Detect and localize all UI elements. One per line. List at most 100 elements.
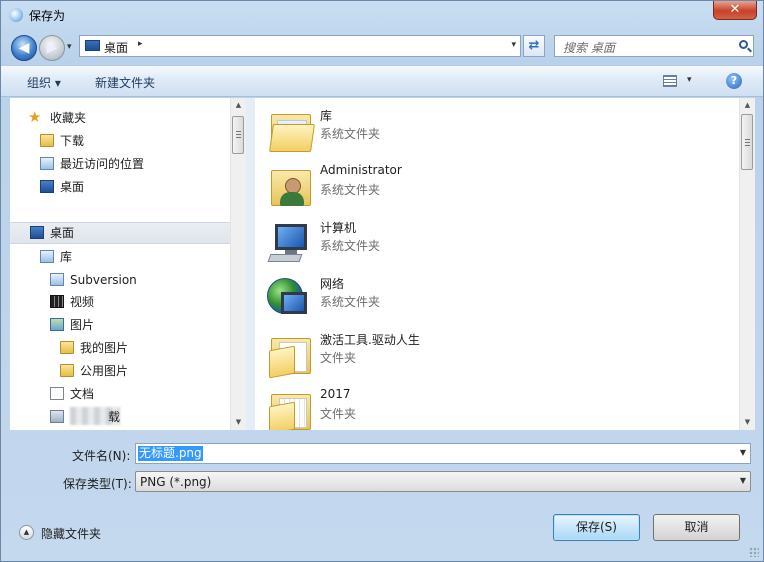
video-icon [50, 295, 64, 308]
tree-label: 最近访问的位置 [60, 157, 145, 171]
resize-grip-icon[interactable] [749, 547, 759, 557]
scroll-thumb[interactable] [232, 116, 244, 154]
forward-arrow-icon: ▶ [46, 40, 58, 56]
file-type: 系统文件夹 [320, 183, 381, 197]
navigation-pane: ★ 收藏夹 下载 最近访问的位置 桌面 桌面 库 Subversion 视频 图… [10, 98, 246, 430]
tree-label: 视频 [70, 295, 95, 309]
library-folder-icon [267, 108, 315, 152]
folder-icon [60, 341, 74, 354]
file-name: Administrator [320, 163, 402, 177]
tree-label: 桌面 [50, 226, 75, 240]
tree-label: 桌面 [60, 180, 85, 194]
file-name: 库 [320, 109, 333, 123]
list-item[interactable]: 激活工具.驱动人生 文件夹 [265, 328, 685, 379]
file-type: 文件夹 [320, 351, 357, 365]
filename-value[interactable]: 无标题.png [138, 446, 203, 461]
chevron-down-icon[interactable]: ▼ [740, 448, 746, 457]
refresh-button[interactable]: ⇄ [523, 35, 545, 57]
pane-splitter[interactable] [246, 98, 255, 430]
help-icon[interactable]: ? [726, 73, 742, 89]
save-as-dialog: 保存为 ✕ ◀ ▶ ▾ 桌面 ▸ ▾ ⇄ 搜索 桌面 组织 ▾ 新建文件夹 ▾ … [0, 0, 764, 562]
desktop-icon [40, 180, 54, 193]
scroll-thumb[interactable] [741, 114, 753, 170]
back-button[interactable]: ◀ [11, 35, 37, 61]
view-details-icon[interactable] [663, 75, 677, 87]
file-type: 系统文件夹 [320, 239, 381, 253]
filename-field[interactable]: 无标题.png ▼ [135, 443, 751, 464]
tree-label: 库 [60, 250, 73, 264]
window-title: 保存为 [29, 9, 66, 23]
user-folder-icon [267, 164, 313, 208]
title-bar: 保存为 ✕ [1, 1, 763, 29]
search-placeholder: 搜索 桌面 [563, 41, 615, 55]
tree-label: 我的图片 [80, 341, 129, 355]
address-location[interactable]: 桌面 [104, 39, 128, 56]
command-toolbar: 组织 ▾ 新建文件夹 ▾ ? [1, 65, 763, 97]
left-pane-scrollbar[interactable]: ▲ ▼ [230, 98, 246, 430]
star-icon: ★ [28, 108, 42, 126]
tree-blurred[interactable]: 载 [50, 407, 200, 427]
tree-label: 公用图片 [80, 364, 129, 378]
library-icon [50, 273, 64, 286]
hide-folders-label: 隐藏文件夹 [41, 527, 102, 541]
file-name: 网络 [320, 277, 345, 291]
list-item[interactable]: Administrator 系统文件夹 [265, 160, 685, 210]
view-dropdown-icon[interactable]: ▾ [687, 75, 692, 85]
back-arrow-icon: ◀ [18, 40, 30, 56]
list-item[interactable]: 网络 系统文件夹 [265, 272, 685, 322]
file-type: 系统文件夹 [320, 127, 381, 141]
organize-button[interactable]: 组织 ▾ [27, 74, 61, 91]
folder-icon [60, 364, 74, 377]
save-button[interactable]: 保存(S) [553, 514, 640, 541]
chevron-down-icon[interactable]: ▼ [740, 476, 746, 485]
desktop-icon [30, 226, 44, 239]
filetype-select[interactable]: PNG (*.png) ▼ [135, 471, 751, 492]
refresh-icon: ⇄ [528, 38, 540, 53]
history-dropdown-icon[interactable]: ▾ [67, 42, 72, 52]
address-bar[interactable]: 桌面 ▸ ▾ [79, 35, 521, 57]
computer-icon [267, 220, 313, 264]
recent-places-icon [40, 157, 54, 170]
cancel-button[interactable]: 取消 [653, 514, 740, 541]
forward-button[interactable]: ▶ [39, 35, 65, 61]
file-name: 计算机 [320, 221, 357, 235]
tree-label: Subversion [70, 273, 137, 287]
scroll-up-icon[interactable]: ▲ [740, 98, 755, 113]
network-icon [267, 276, 313, 320]
tree-label: 载 [108, 410, 121, 424]
folder-icon [267, 332, 313, 379]
tree-label: 收藏夹 [50, 111, 87, 125]
file-list-scrollbar[interactable]: ▲ ▼ [739, 98, 755, 430]
document-icon [50, 387, 64, 400]
new-folder-button[interactable]: 新建文件夹 [95, 74, 155, 91]
scroll-up-icon[interactable]: ▲ [231, 98, 246, 113]
file-name: 2017 [320, 387, 351, 401]
file-type: 文件夹 [320, 407, 357, 421]
filetype-label: 保存类型(T): [63, 477, 132, 491]
app-icon [9, 8, 23, 22]
filename-label: 文件名(N): [72, 449, 131, 463]
tree-label: 文档 [70, 387, 95, 401]
address-dropdown-icon[interactable]: ▾ [511, 40, 516, 50]
close-icon: ✕ [729, 2, 741, 17]
chevron-up-icon: ▲ [19, 525, 34, 540]
file-type: 系统文件夹 [320, 295, 381, 309]
library-icon [40, 250, 54, 263]
drive-icon [50, 410, 64, 423]
close-button[interactable]: ✕ [713, 1, 757, 20]
search-input[interactable]: 搜索 桌面 [554, 35, 754, 57]
list-item[interactable]: 库 系统文件夹 [265, 104, 685, 154]
search-icon[interactable] [739, 40, 748, 49]
file-list: 库 系统文件夹 Administrator 系统文件夹 计算机 系统文件夹 网络… [255, 98, 755, 430]
list-item[interactable]: 2017 文件夹 [265, 384, 685, 430]
list-item[interactable]: 计算机 系统文件夹 [265, 216, 685, 266]
scroll-down-icon[interactable]: ▼ [740, 415, 755, 430]
desktop-icon [85, 40, 100, 51]
folder-icon [267, 388, 313, 430]
tree-label: 下载 [60, 134, 85, 148]
breadcrumb-chevron-icon[interactable]: ▸ [138, 39, 143, 49]
folder-download-icon [40, 134, 54, 147]
filetype-value: PNG (*.png) [140, 475, 212, 489]
pictures-icon [50, 318, 64, 331]
scroll-down-icon[interactable]: ▼ [231, 415, 246, 430]
